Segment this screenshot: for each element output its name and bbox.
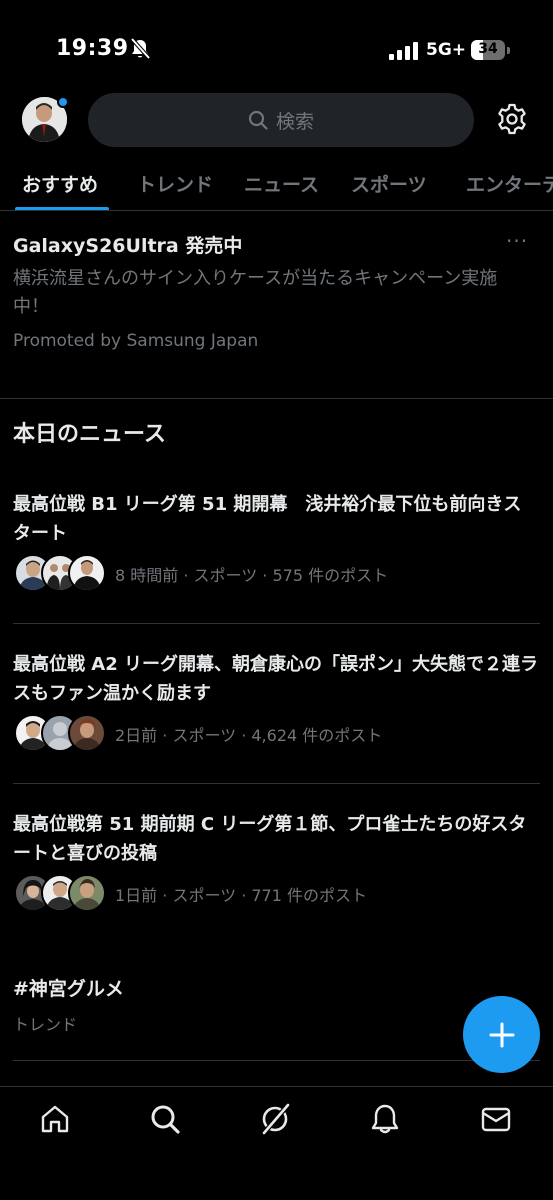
promoted-trend[interactable]: GalaxyS26Ultra 発売中 ··· 横浜流星さんのサイン入りケースが当… bbox=[0, 211, 553, 399]
news-avatar bbox=[68, 554, 106, 592]
divider bbox=[13, 1060, 540, 1061]
explore-tabs: おすすめ トレンド ニュース スポーツ エンターテ bbox=[0, 158, 553, 211]
battery-level: 34 bbox=[478, 41, 498, 57]
news-meta: 2日前 · スポーツ · 4,624 件のポスト bbox=[115, 726, 383, 745]
promo-description: 横浜流星さんのサイン入りケースが当たるキャンペーン実施中！ bbox=[13, 268, 498, 317]
compose-button[interactable] bbox=[463, 996, 540, 1073]
bell-off-icon bbox=[130, 38, 150, 60]
search-icon bbox=[248, 110, 268, 130]
promo-advertiser: Promoted by Samsung Japan bbox=[13, 331, 259, 351]
messages-icon[interactable] bbox=[480, 1103, 512, 1135]
settings-icon[interactable] bbox=[495, 102, 529, 136]
status-time: 19:39 bbox=[56, 36, 129, 61]
home-icon[interactable] bbox=[39, 1103, 71, 1135]
news-avatar bbox=[68, 874, 106, 912]
more-options-icon[interactable]: ··· bbox=[506, 229, 528, 253]
section-title: 本日のニュース bbox=[13, 422, 166, 447]
signal-icon bbox=[389, 42, 418, 60]
news-headline: 最高位戦 A2 リーグ開幕、朝倉康心の「誤ポン」大失態で２連ラスもファン温かく励… bbox=[13, 654, 538, 704]
battery-icon: 34 bbox=[471, 40, 511, 60]
tab-trending[interactable]: トレンド bbox=[137, 170, 213, 197]
tab-recommended[interactable]: おすすめ bbox=[22, 170, 98, 197]
news-avatars bbox=[14, 554, 106, 594]
tab-entertainment[interactable]: エンターテ bbox=[466, 170, 553, 197]
divider bbox=[13, 783, 540, 784]
notification-dot bbox=[57, 96, 69, 108]
news-headline: 最高位戦第 51 期前期 C リーグ第１節、プロ雀士たちの好スタートと喜びの投稿 bbox=[13, 814, 527, 864]
news-headline: 最高位戦 B1 リーグ第 51 期開幕 浅井裕介最下位も前向きスタート bbox=[13, 494, 522, 544]
plus-icon bbox=[489, 1022, 514, 1047]
tab-news[interactable]: ニュース bbox=[244, 170, 319, 197]
news-meta: 8 時間前 · スポーツ · 575 件のポスト bbox=[115, 566, 389, 585]
search-input[interactable]: 検索 bbox=[88, 93, 474, 147]
promo-title: GalaxyS26Ultra 発売中 bbox=[13, 235, 243, 257]
status-bar: 19:39 5G+ 34 bbox=[0, 0, 553, 90]
news-avatar bbox=[68, 714, 106, 752]
notifications-icon[interactable] bbox=[369, 1103, 401, 1135]
trend-category: トレンド bbox=[13, 1015, 78, 1034]
bottom-nav bbox=[0, 1086, 553, 1200]
tab-sports[interactable]: スポーツ bbox=[351, 170, 427, 197]
search-icon[interactable] bbox=[149, 1103, 181, 1135]
divider bbox=[13, 623, 540, 624]
search-placeholder: 検索 bbox=[275, 110, 314, 133]
network-type: 5G+ bbox=[426, 40, 467, 60]
trend-title: #神宮グルメ bbox=[13, 978, 124, 1000]
news-meta: 1日前 · スポーツ · 771 件のポスト bbox=[115, 886, 368, 905]
top-bar: 検索 bbox=[0, 90, 553, 150]
news-avatars bbox=[14, 714, 106, 754]
news-avatars bbox=[14, 874, 106, 914]
grok-icon[interactable] bbox=[259, 1103, 291, 1135]
